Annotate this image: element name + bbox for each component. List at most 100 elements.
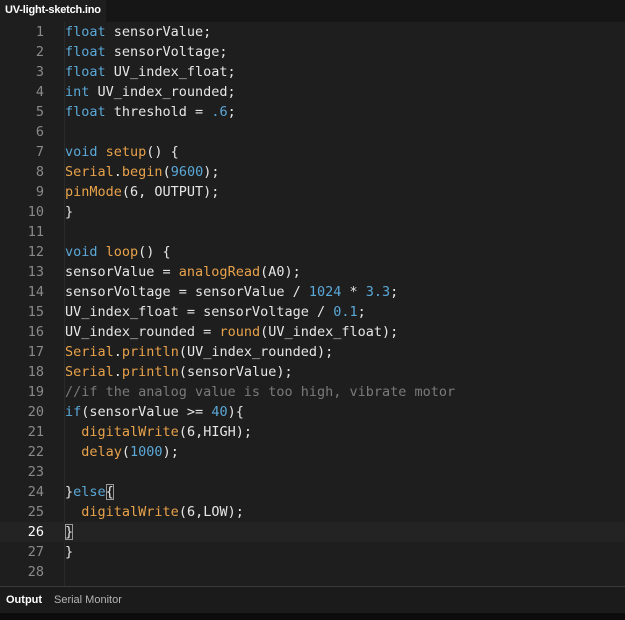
line-number: 10 bbox=[27, 204, 44, 220]
code-text: Serial.println(UV_index_rounded); bbox=[65, 342, 333, 362]
code-token: begin bbox=[121, 164, 163, 180]
code-text: float sensorVoltage; bbox=[65, 42, 228, 62]
code-token: ){ bbox=[227, 404, 244, 420]
code-line[interactable]: 9 pinMode(6, OUTPUT); bbox=[0, 182, 625, 202]
code-line[interactable]: 19 //if the analog value is too high, vib… bbox=[0, 382, 625, 402]
status-bar bbox=[0, 613, 625, 620]
code-text: if(sensorValue >= 40){ bbox=[65, 402, 244, 422]
code-token: ; bbox=[390, 284, 399, 300]
code-token: 0.1 bbox=[333, 304, 358, 320]
code-token: (A0); bbox=[260, 264, 301, 280]
code-token: ( bbox=[121, 444, 131, 460]
code-token: () { bbox=[146, 144, 179, 160]
code-token: } bbox=[65, 524, 74, 540]
code-line[interactable]: 21 digitalWrite(6,HIGH); bbox=[0, 422, 625, 442]
code-text: void loop() { bbox=[65, 242, 171, 262]
file-tab-uv-light-sketch[interactable]: UV-light-sketch.ino bbox=[0, 0, 106, 22]
code-token: sensorValue; bbox=[105, 24, 212, 40]
code-token: delay bbox=[81, 444, 122, 460]
line-number: 19 bbox=[27, 384, 44, 400]
code-text: }else{ bbox=[65, 482, 114, 502]
output-tab[interactable]: Output bbox=[6, 587, 42, 613]
code-token: UV_index_rounded = bbox=[65, 324, 220, 340]
code-line[interactable]: 24}else{ bbox=[0, 482, 625, 502]
line-number: 11 bbox=[27, 224, 44, 240]
code-line[interactable]: 23 bbox=[0, 462, 625, 482]
line-number: 25 bbox=[27, 504, 44, 520]
code-line[interactable]: 8 Serial.begin(9600); bbox=[0, 162, 625, 182]
code-line[interactable]: 18 Serial.println(sensorValue); bbox=[0, 362, 625, 382]
code-line[interactable]: 2 float sensorVoltage; bbox=[0, 42, 625, 62]
code-line[interactable]: 4 int UV_index_rounded; bbox=[0, 82, 625, 102]
line-number: 5 bbox=[35, 104, 44, 120]
code-text: float UV_index_float; bbox=[65, 62, 236, 82]
code-editor[interactable]: 1 float sensorValue; 2 float sensorVoltage;… bbox=[0, 22, 625, 586]
code-text: } bbox=[65, 202, 73, 222]
code-line[interactable]: 11 bbox=[0, 222, 625, 242]
code-line[interactable]: 1 float sensorValue; bbox=[0, 22, 625, 42]
code-token: . bbox=[113, 344, 122, 360]
code-line[interactable]: 5 float threshold = .6; bbox=[0, 102, 625, 122]
code-text: UV_index_float = sensorVoltage / 0.1; bbox=[65, 302, 366, 322]
code-token: ; bbox=[357, 304, 366, 320]
code-token: UV_index_rounded; bbox=[89, 84, 236, 100]
code-token: * bbox=[341, 284, 366, 300]
code-line[interactable]: 12 void loop() { bbox=[0, 242, 625, 262]
line-number: 9 bbox=[35, 184, 44, 200]
code-text: Serial.begin(9600); bbox=[65, 162, 219, 182]
code-line[interactable]: 26} bbox=[0, 522, 625, 542]
code-token: Serial bbox=[65, 344, 114, 360]
line-number: 3 bbox=[35, 64, 44, 80]
code-line[interactable]: 6 bbox=[0, 122, 625, 142]
line-number: 7 bbox=[35, 144, 44, 160]
line-number: 22 bbox=[27, 444, 44, 460]
code-token: int bbox=[65, 84, 90, 100]
code-line[interactable]: 7 void setup() { bbox=[0, 142, 625, 162]
code-text: //if the analog value is too high, vibra… bbox=[65, 382, 455, 402]
code-token: digitalWrite bbox=[81, 504, 179, 520]
code-line[interactable]: 16 UV_index_rounded = round(UV_index_floa… bbox=[0, 322, 625, 342]
code-token: 9600 bbox=[170, 164, 204, 180]
code-line[interactable]: 27} bbox=[0, 542, 625, 562]
code-token: 40 bbox=[211, 404, 228, 420]
code-text: } bbox=[65, 522, 74, 542]
line-number: 13 bbox=[27, 264, 44, 280]
code-line[interactable]: 10} bbox=[0, 202, 625, 222]
code-token: (6,LOW); bbox=[178, 504, 244, 520]
line-number: 23 bbox=[27, 464, 44, 480]
code-token: } bbox=[65, 484, 74, 500]
code-token: threshold = bbox=[105, 104, 212, 120]
line-number: 14 bbox=[27, 284, 44, 300]
code-token: sensorValue = bbox=[65, 264, 179, 280]
code-line[interactable]: 3 float UV_index_float; bbox=[0, 62, 625, 82]
line-number: 16 bbox=[27, 324, 44, 340]
code-token: UV_index_float = sensorVoltage / bbox=[65, 304, 334, 320]
code-token: 3.3 bbox=[365, 284, 391, 300]
line-number: 17 bbox=[27, 344, 44, 360]
code-line[interactable]: 13 sensorValue = analogRead(A0); bbox=[0, 262, 625, 282]
code-token: float bbox=[65, 24, 106, 40]
file-tab-bar: UV-light-sketch.ino bbox=[0, 0, 625, 22]
code-token: (6,HIGH); bbox=[178, 424, 252, 440]
line-number: 20 bbox=[27, 404, 44, 420]
line-number: 21 bbox=[27, 424, 44, 440]
code-token: (UV_index_rounded); bbox=[178, 344, 334, 360]
code-line[interactable]: 25 digitalWrite(6,LOW); bbox=[0, 502, 625, 522]
code-line[interactable]: 17 Serial.println(UV_index_rounded); bbox=[0, 342, 625, 362]
code-token: pinMode bbox=[65, 184, 122, 200]
code-line[interactable]: 28 bbox=[0, 562, 625, 582]
code-line[interactable]: 20 if(sensorValue >= 40){ bbox=[0, 402, 625, 422]
serial-monitor-tab[interactable]: Serial Monitor bbox=[54, 587, 122, 613]
code-token: sensorVoltage; bbox=[105, 44, 228, 60]
code-line[interactable]: 22 delay(1000); bbox=[0, 442, 625, 462]
code-token: println bbox=[121, 344, 179, 360]
code-line[interactable]: 15 UV_index_float = sensorVoltage / 0.1; bbox=[0, 302, 625, 322]
code-token: { bbox=[105, 484, 114, 500]
code-token: round bbox=[219, 324, 261, 340]
code-token: } bbox=[65, 544, 74, 560]
code-text: digitalWrite(6,LOW); bbox=[65, 502, 244, 522]
code-token: loop bbox=[105, 244, 139, 260]
code-line[interactable]: 14 sensorVoltage = sensorValue / 1024 * 3… bbox=[0, 282, 625, 302]
code-token: Serial bbox=[65, 164, 114, 180]
